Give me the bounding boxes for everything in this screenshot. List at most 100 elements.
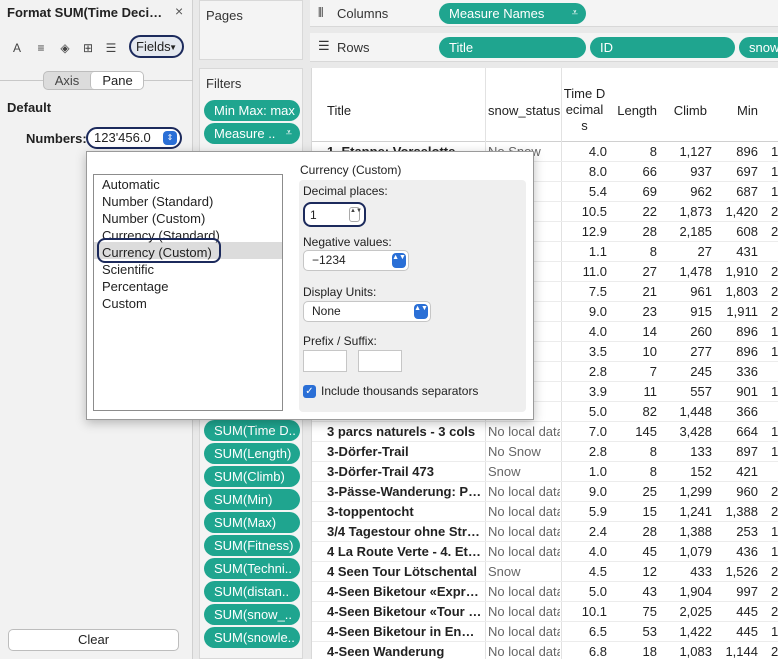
numbers-format-dropdown[interactable]: 123'456.0 ⇕ <box>86 127 182 149</box>
rows-label: Rows <box>337 40 370 55</box>
cell-min: 1,911 <box>726 304 758 319</box>
table-row[interactable]: 4 Seen Tour Lötschental Snow 4.5 12 433 1,526… <box>312 562 778 582</box>
measure-pill[interactable]: SUM(Time D.. <box>204 420 300 441</box>
header-climb[interactable]: Climb <box>657 103 707 118</box>
cell-time-decimals: 9.0 <box>588 304 607 319</box>
format-option[interactable]: Number (Custom) <box>102 210 205 227</box>
cell-climb: 133 <box>690 444 712 459</box>
measure-pill[interactable]: SUM(distan.. <box>204 581 300 602</box>
table-row[interactable]: 3 parcs naturels - 3 cols No local data 7.… <box>312 422 778 442</box>
filter-pill[interactable]: Measure .. ⩡ <box>204 123 300 144</box>
format-option[interactable]: Percentage <box>102 278 169 295</box>
cell-snow-status: No local data <box>488 424 560 439</box>
table-row[interactable]: 4-Seen Biketour «Tour +» .. No local data… <box>312 602 778 622</box>
format-option[interactable]: Scientific <box>102 261 154 278</box>
header-title[interactable]: Title <box>327 103 351 118</box>
table-row[interactable]: 3-Dörfer-Trail 473 Snow 1.0 8 152 421 <box>312 462 778 482</box>
measure-pill[interactable]: SUM(Climb) <box>204 466 300 487</box>
cell-min: 896 <box>736 144 758 159</box>
header-snow-status[interactable]: snow_status <box>488 103 560 118</box>
measure-pill[interactable]: SUM(Length) <box>204 443 300 464</box>
cell-overflow: 1 <box>771 164 778 179</box>
cell-min: 697 <box>736 164 758 179</box>
cell-climb: 27 <box>697 244 712 259</box>
table-row[interactable]: 3/4 Tagestour ohne Stress No local data 2.… <box>312 522 778 542</box>
cell-time-decimals: 6.8 <box>588 644 607 659</box>
table-row[interactable]: 4 La Route Verte - 4. Etap.. No local dat… <box>312 542 778 562</box>
header-length[interactable]: Length <box>607 103 657 118</box>
header-min[interactable]: Min <box>712 103 758 118</box>
close-icon[interactable]: × <box>175 3 183 19</box>
format-option[interactable]: Custom <box>102 295 147 312</box>
cell-climb: 2,025 <box>679 604 712 619</box>
cell-length: 23 <box>642 304 657 319</box>
shading-icon[interactable]: ◈ <box>57 40 73 56</box>
font-format-icon[interactable]: A <box>9 40 25 56</box>
column-pill[interactable]: Measure Names ⩡ <box>439 3 586 24</box>
cell-length: 8 <box>649 464 657 479</box>
cell-min: 960 <box>736 484 758 499</box>
cell-title: 3-toppentocht <box>327 504 414 519</box>
row-pill[interactable]: snow <box>739 37 778 58</box>
display-units-value: None <box>312 304 341 318</box>
measure-pill[interactable]: SUM(snowle.. <box>204 627 300 648</box>
cell-length: 18 <box>642 644 657 659</box>
sort-icon: ⩡ <box>571 7 578 19</box>
prefix-input[interactable] <box>303 350 347 372</box>
suffix-input[interactable] <box>358 350 402 372</box>
sort-icon: ⩡ <box>285 127 292 139</box>
cell-overflow <box>771 462 778 482</box>
measure-pill[interactable]: SUM(Fitness) <box>204 535 300 556</box>
display-units-dropdown[interactable]: None ▲▼ <box>303 301 431 322</box>
cell-snow-status: No local data <box>488 484 560 499</box>
cell-min: 1,526 <box>725 564 758 579</box>
table-row[interactable]: 4-Seen Biketour in Engelb.. No local data… <box>312 622 778 642</box>
table-row[interactable]: 3-Dörfer-Trail No Snow 2.8 8 133 897 1 <box>312 442 778 462</box>
format-option[interactable]: Automatic <box>102 176 160 193</box>
measure-pill[interactable]: SUM(Max) <box>204 512 300 533</box>
decimal-places-input[interactable]: 1 ▲▼ <box>303 202 366 227</box>
cell-length: 11 <box>643 384 658 399</box>
cell-min: 687 <box>736 184 758 199</box>
cell-snow-status: No local data <box>488 524 560 539</box>
tab-axis[interactable]: Axis <box>44 72 90 89</box>
table-row[interactable]: 4-Seen Biketour «Express» No local data 5.… <box>312 582 778 602</box>
axis-pane-segmented-control: Axis Pane <box>43 71 144 90</box>
measure-pill[interactable]: SUM(snow_.. <box>204 604 300 625</box>
cell-climb: 277 <box>690 344 712 359</box>
stepper-icon[interactable]: ▲▼ <box>349 207 362 222</box>
cell-time-decimals: 1.0 <box>588 464 607 479</box>
cell-min: 896 <box>736 324 758 339</box>
cell-min: 997 <box>736 584 758 599</box>
lines-icon[interactable]: ☰ <box>103 40 119 56</box>
measure-pill[interactable]: SUM(Min) <box>204 489 300 510</box>
cell-time-decimals: 4.0 <box>588 144 607 159</box>
cell-time-decimals: 2.4 <box>588 524 607 539</box>
chevron-down-icon: ▼ <box>169 43 177 52</box>
header-time-decimals[interactable]: Time D ecimal s <box>562 86 607 134</box>
measure-pill[interactable]: SUM(Techni.. <box>204 558 300 579</box>
row-pill[interactable]: ID <box>590 37 735 58</box>
cell-snow-status: No local data <box>488 544 560 559</box>
cell-time-decimals: 5.9 <box>588 504 607 519</box>
borders-icon[interactable]: ⊞ <box>80 40 96 56</box>
table-row[interactable]: 4-Seen Wanderung No local data 6.8 18 1,083 1… <box>312 642 778 659</box>
clear-button[interactable]: Clear <box>8 629 179 651</box>
cell-length: 69 <box>642 184 657 199</box>
cell-time-decimals: 4.0 <box>588 324 607 339</box>
row-pill[interactable]: Title <box>439 37 586 58</box>
alignment-icon[interactable]: ≡ <box>33 40 49 56</box>
negative-values-dropdown[interactable]: −1234 ▲▼ <box>303 250 409 271</box>
prefix-suffix-label: Prefix / Suffix: <box>303 334 377 348</box>
thousands-separator-checkbox[interactable]: ✓ <box>303 385 316 398</box>
cell-title: 4 La Route Verte - 4. Etap.. <box>327 544 482 559</box>
cell-overflow: 2 <box>771 224 778 239</box>
format-option[interactable]: Number (Standard) <box>102 193 213 210</box>
cell-min: 896 <box>736 344 758 359</box>
filter-pill[interactable]: Min Max: max <box>204 100 300 121</box>
tab-pane[interactable]: Pane <box>90 72 143 89</box>
fields-dropdown-button[interactable]: Fields ▼ <box>129 35 184 58</box>
table-row[interactable]: 3-Pässe-Wanderung: Pani.. No local data 9.… <box>312 482 778 502</box>
table-row[interactable]: 3-toppentocht No local data 5.9 15 1,241 1,38… <box>312 502 778 522</box>
cell-time-decimals: 10.1 <box>581 604 607 619</box>
